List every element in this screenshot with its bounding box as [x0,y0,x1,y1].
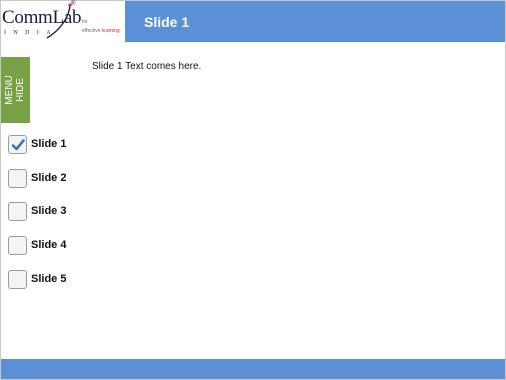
logo-tag-learning: learning [101,28,120,34]
menu-item-slide-3[interactable]: Slide 3 [8,202,88,222]
menu-item-label: Slide 4 [31,239,67,251]
checkbox[interactable] [8,236,27,255]
menu-item-label: Slide 2 [31,172,67,184]
menu-item-slide-5[interactable]: Slide 5 [8,270,88,290]
logo-tag-for: for [82,19,88,25]
menu-item-slide-2[interactable]: Slide 2 [8,169,88,189]
menu-item-slide-4[interactable]: Slide 4 [8,236,88,256]
logo-tagline: effective learning [82,28,120,34]
commlab-logo: CommLab ® INDIA for effective learning [1,1,125,42]
logo-country: INDIA [4,30,58,36]
menu-item-label: Slide 3 [31,205,67,217]
logo-tag-effective: effective [82,28,101,34]
menu-item-label: Slide 1 [31,138,67,150]
footer-bar [1,359,505,379]
checkbox[interactable] [8,202,27,221]
registered-mark: ® [71,1,76,7]
logo-brand: CommLab [2,7,82,28]
menu-item-label: Slide 5 [31,273,67,285]
checkbox[interactable] [8,270,27,289]
checkbox[interactable] [8,169,27,188]
slide-title: Slide 1 [144,14,190,30]
slide-frame: CommLab ® INDIA for effective learning S… [0,0,506,380]
menu-hide-label: MENU HIDE [4,75,26,105]
slide-content-text: Slide 1 Text comes here. [92,61,202,72]
menu-hide-tab[interactable]: MENU HIDE [1,57,30,123]
header-bar: Slide 1 [125,1,505,42]
menu-item-slide-1[interactable]: Slide 1 [8,135,88,155]
checkmark-icon [11,139,25,151]
checkbox[interactable] [8,135,27,154]
